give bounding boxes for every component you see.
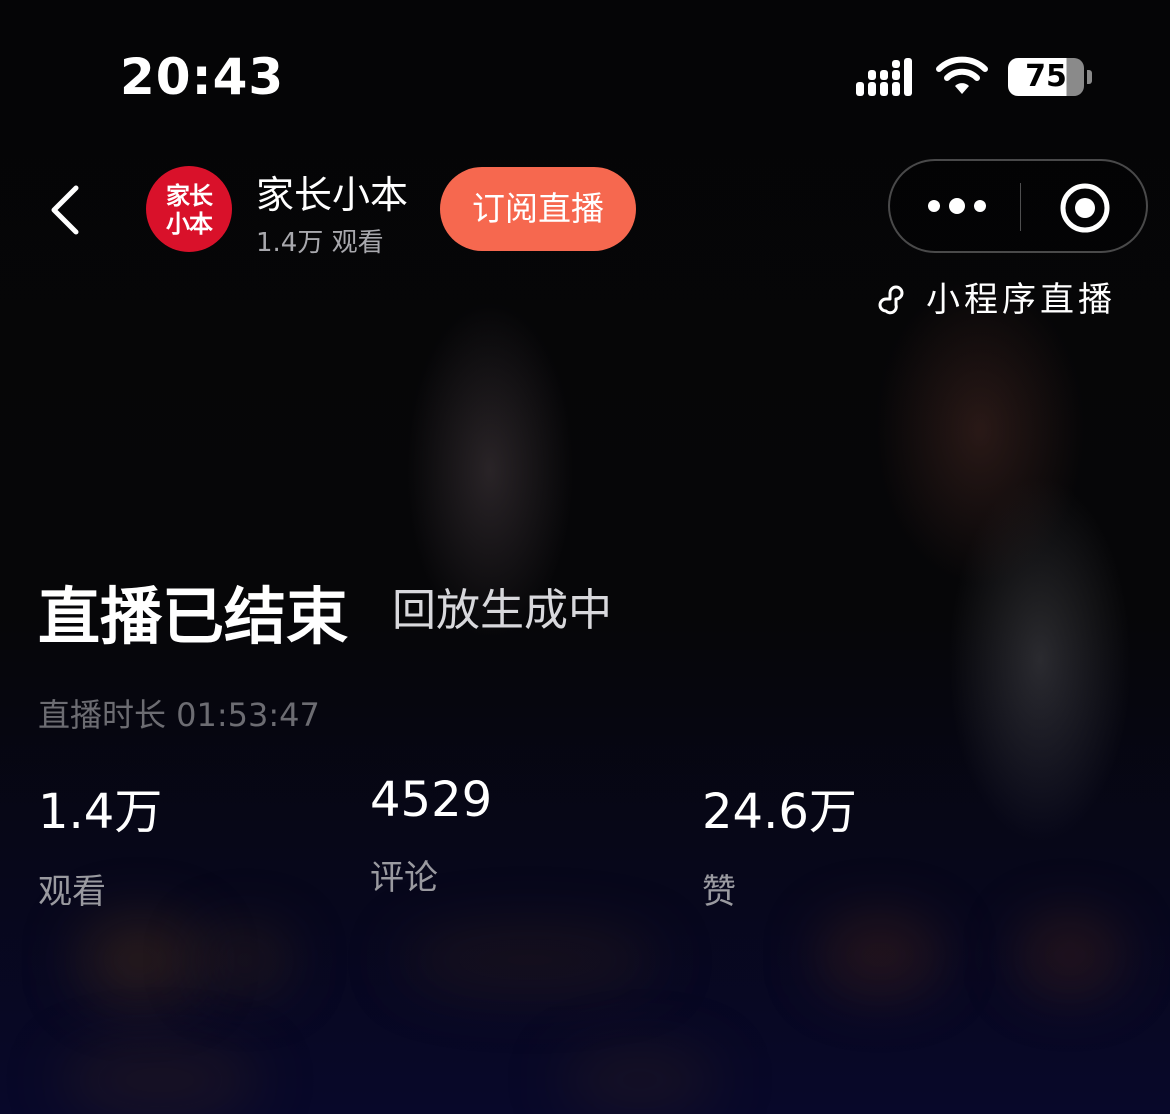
stat-views: 1.4万 观看	[38, 772, 162, 913]
cellular-signal-icon	[856, 58, 912, 96]
stat-label: 赞	[702, 872, 736, 912]
channel-avatar[interactable]: 家长 小本	[146, 166, 232, 252]
stat-value: 1.4万	[38, 784, 163, 840]
mini-program-label: 小程序直播	[876, 272, 1116, 321]
replay-status: 回放生成中	[392, 585, 612, 636]
stat-comments: 4529 评论	[370, 772, 492, 899]
subscribe-live-button[interactable]: 订阅直播	[440, 167, 636, 251]
stat-label: 评论	[370, 858, 438, 898]
stat-label: 观看	[38, 872, 106, 912]
close-target-icon[interactable]	[1058, 181, 1112, 235]
stat-value: 4529	[370, 772, 493, 828]
battery-tip	[1087, 70, 1092, 84]
link-icon	[878, 285, 904, 315]
live-duration: 直播时长 01:53:47	[38, 696, 320, 734]
back-chevron-icon[interactable]	[46, 184, 82, 236]
more-dots-icon[interactable]	[924, 191, 990, 221]
view-count: 1.4万 观看	[256, 228, 384, 258]
stat-value: 24.6万	[702, 784, 857, 840]
capsule-divider	[1020, 183, 1021, 231]
wifi-icon	[936, 56, 988, 94]
mini-program-capsule	[888, 159, 1148, 253]
live-ended-title: 直播已结束	[38, 580, 349, 653]
avatar-logo: 家长 小本	[166, 182, 213, 238]
channel-name[interactable]: 家长小本	[256, 164, 408, 219]
status-time: 20:43	[120, 48, 285, 106]
stat-likes: 24.6万 赞	[702, 772, 857, 913]
battery-indicator: 75	[1008, 58, 1084, 96]
